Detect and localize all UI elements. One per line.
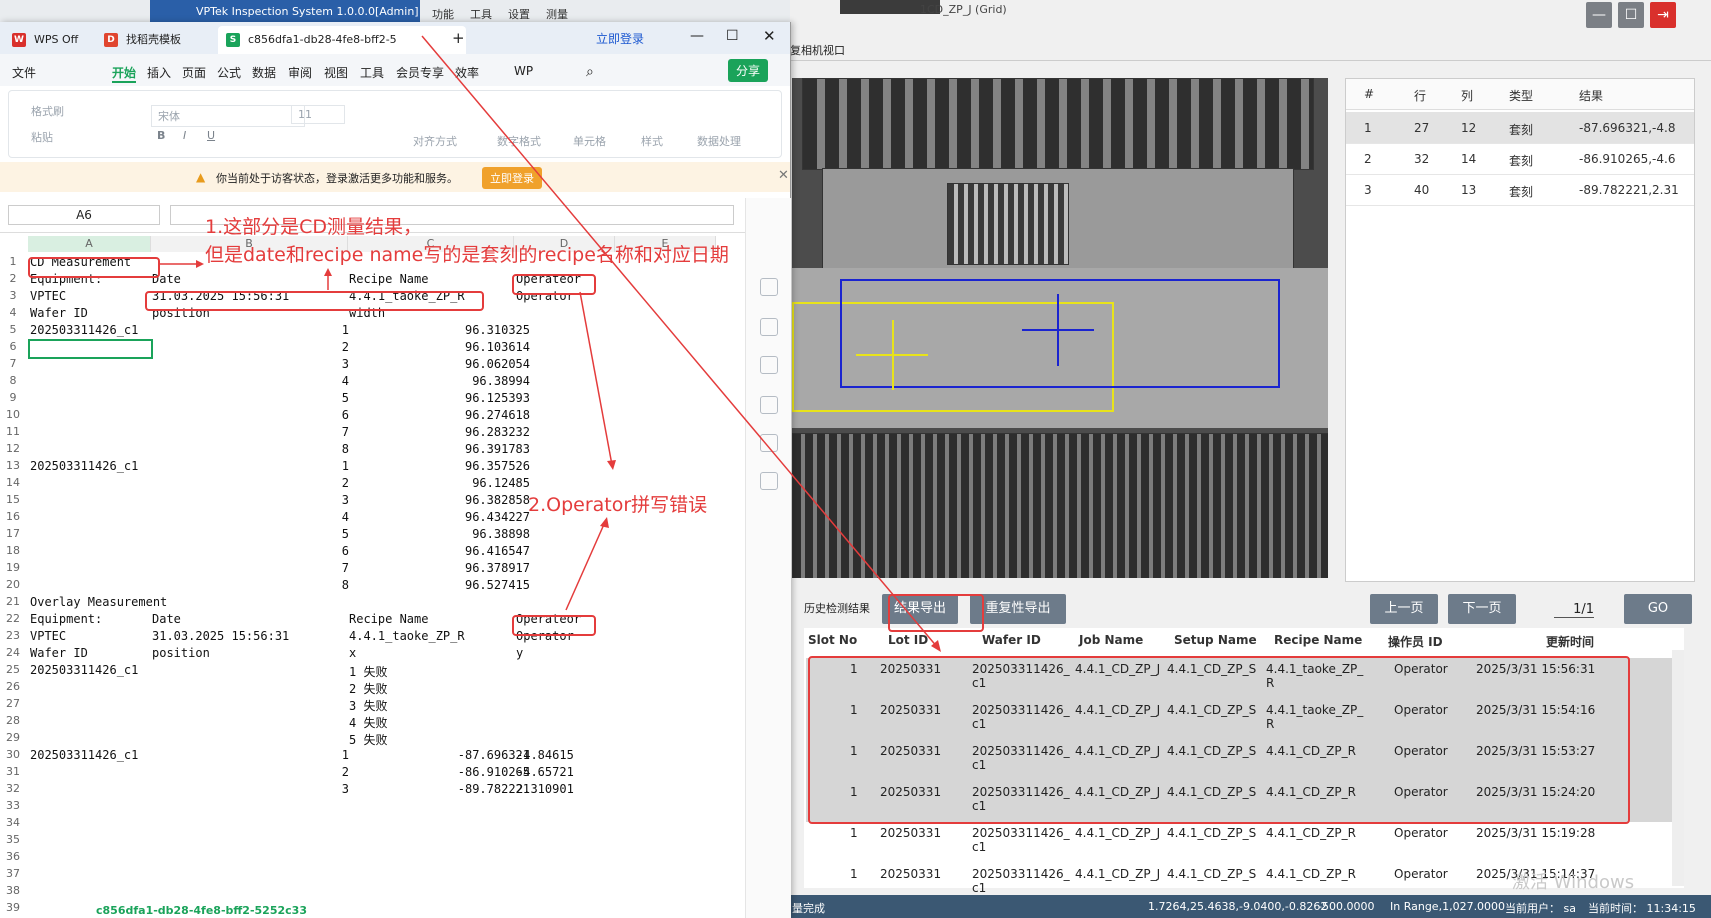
arrowhead bbox=[600, 517, 609, 528]
arrowhead bbox=[196, 260, 204, 268]
sheet-tab[interactable]: c856dfa1-db28-4fe8-bff2-5252c33 bbox=[96, 904, 307, 917]
arrowhead bbox=[324, 268, 332, 276]
arrow-to-history bbox=[421, 35, 939, 649]
arrow-operator-1 bbox=[579, 291, 613, 466]
arrowhead bbox=[607, 460, 616, 470]
arrow-operator-2 bbox=[565, 521, 606, 611]
annotation-arrows bbox=[160, 35, 941, 652]
